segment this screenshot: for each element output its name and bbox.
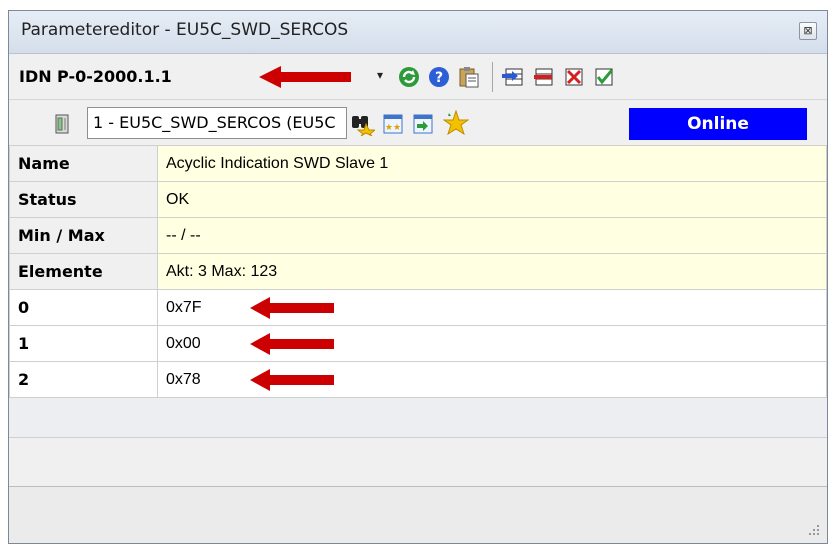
property-key: Min / Max <box>9 217 158 254</box>
svg-text:★★: ★★ <box>385 123 401 133</box>
grid-empty-area <box>9 437 827 486</box>
property-key: Name <box>9 145 158 182</box>
element-index: 1 <box>9 325 158 362</box>
status-bar <box>9 486 827 543</box>
red-arrow-icon <box>259 66 351 88</box>
property-row: Elemente Akt: 3 Max: 123 <box>9 253 827 290</box>
element-row[interactable]: 1 0x00 <box>9 325 827 362</box>
window-title: Parametereditor - EU5C_SWD_SERCOS <box>21 20 349 40</box>
property-row: Name Acyclic Indication SWD Slave 1 <box>9 145 827 182</box>
red-arrow-icon <box>250 333 334 355</box>
property-value: Akt: 3 Max: 123 <box>157 253 827 290</box>
idn-toolbar: IDN P-0-2000.1.1 ▾ ? <box>9 55 827 100</box>
property-row: Status OK <box>9 181 827 218</box>
element-row[interactable]: 2 0x78 <box>9 361 827 398</box>
property-row: Min / Max -- / -- <box>9 217 827 254</box>
confirm-icon[interactable] <box>592 65 616 89</box>
idn-dropdown-icon[interactable]: ▾ <box>377 68 383 82</box>
element-value-text: 0x78 <box>166 370 201 388</box>
insert-row-icon[interactable] <box>502 65 526 89</box>
help-icon[interactable]: ? <box>427 65 451 89</box>
title-bar: Parametereditor - EU5C_SWD_SERCOS ⊠ <box>9 11 827 54</box>
find-icon[interactable] <box>349 112 377 137</box>
device-select[interactable]: 1 - EU5C_SWD_SERCOS (EU5C <box>87 107 347 139</box>
svg-text:?: ? <box>435 70 443 86</box>
refresh-icon[interactable] <box>397 65 421 89</box>
property-value: OK <box>157 181 827 218</box>
element-row[interactable]: 0 0x7F <box>9 289 827 326</box>
idn-label: IDN <box>19 67 52 86</box>
delete-icon[interactable] <box>562 65 586 89</box>
element-index: 0 <box>9 289 158 326</box>
property-value: Acyclic Indication SWD Slave 1 <box>157 145 827 182</box>
resize-grip-icon[interactable] <box>807 523 821 537</box>
property-key: Status <box>9 181 158 218</box>
element-value[interactable]: 0x7F <box>157 289 827 326</box>
element-value-text: 0x00 <box>166 334 201 352</box>
element-index: 2 <box>9 361 158 398</box>
property-value: -- / -- <box>157 217 827 254</box>
property-key: Elemente <box>9 253 158 290</box>
device-toolbar: 1 - EU5C_SWD_SERCOS (EU5C ★★ Online <box>9 101 827 146</box>
parameter-grid: Name Acyclic Indication SWD Slave 1 Status… <box>9 145 827 398</box>
red-arrow-icon <box>250 369 334 391</box>
list-icon[interactable]: ★★ <box>381 112 405 136</box>
remove-row-icon[interactable] <box>532 65 556 89</box>
parameter-editor-window: Parametereditor - EU5C_SWD_SERCOS ⊠ IDN … <box>8 10 828 544</box>
red-arrow-icon <box>250 297 334 319</box>
paste-icon[interactable] <box>457 65 481 89</box>
toolbar-separator <box>492 62 493 92</box>
device-select-value: 1 - EU5C_SWD_SERCOS (EU5C <box>93 113 336 132</box>
close-button[interactable]: ⊠ <box>799 22 817 40</box>
element-value[interactable]: 0x78 <box>157 361 827 398</box>
online-status-indicator: Online <box>629 108 807 140</box>
element-value[interactable]: 0x00 <box>157 325 827 362</box>
idn-input[interactable]: P-0-2000.1.1 <box>57 67 172 86</box>
favorite-icon[interactable] <box>442 109 470 136</box>
element-value-text: 0x7F <box>166 298 202 316</box>
import-icon[interactable] <box>411 112 435 136</box>
device-icon <box>51 112 75 136</box>
